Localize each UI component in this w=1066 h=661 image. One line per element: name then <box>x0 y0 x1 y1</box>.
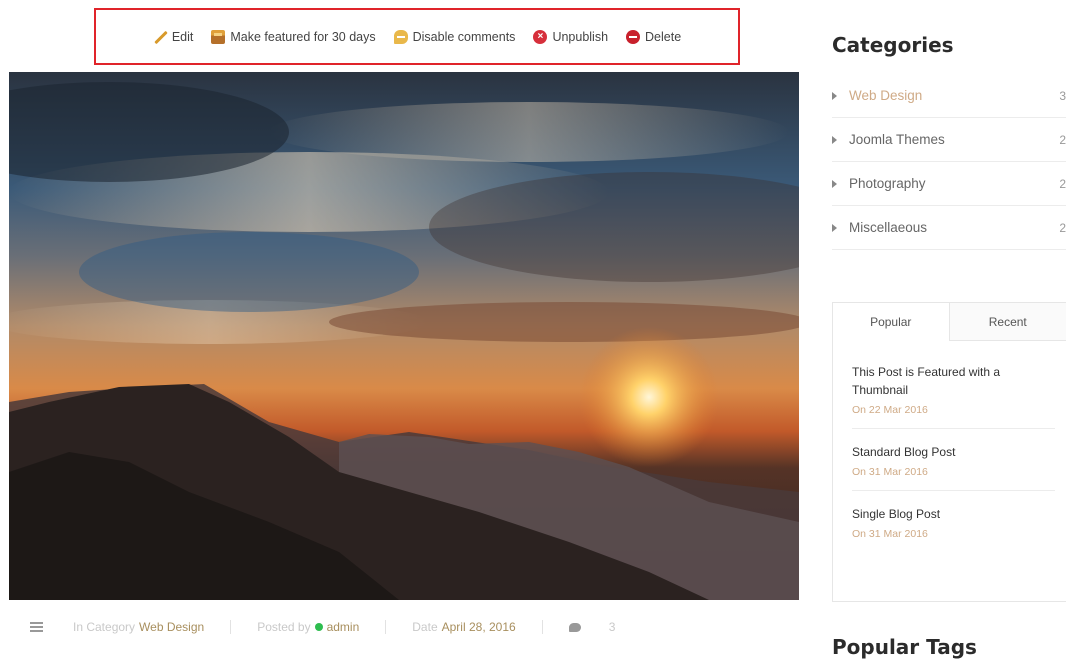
categories-heading: Categories <box>832 33 954 57</box>
category-item-joomla-themes[interactable]: Joomla Themes 2 <box>832 118 1066 162</box>
edit-button[interactable]: Edit <box>153 30 194 44</box>
make-featured-button[interactable]: Make featured for 30 days <box>211 29 376 44</box>
category-label: Miscellaeous <box>849 220 928 235</box>
make-featured-label: Make featured for 30 days <box>230 29 376 44</box>
delete-button[interactable]: Delete <box>626 29 682 44</box>
caret-right-icon <box>832 179 837 188</box>
meta-divider <box>541 620 543 634</box>
category-count: 2 <box>1059 132 1066 147</box>
meta-divider <box>385 620 387 634</box>
categories-list: Web Design 3 Joomla Themes 2 Photography… <box>832 74 1066 250</box>
comments-count[interactable]: 3 <box>609 620 616 634</box>
featured-icon <box>211 29 226 44</box>
tab-recent[interactable]: Recent <box>949 303 1066 341</box>
category-label: Photography <box>849 176 926 191</box>
comments-icon <box>393 29 408 44</box>
pencil-icon <box>153 30 167 44</box>
list-item: Single Blog Post On 31 Mar 2016 <box>852 505 1055 552</box>
post-title-link[interactable]: Single Blog Post <box>852 505 1055 523</box>
category-label: Joomla Themes <box>849 132 945 147</box>
list-item: Standard Blog Post On 31 Mar 2016 <box>852 443 1055 491</box>
unpublish-button[interactable]: × Unpublish <box>533 29 609 44</box>
delete-label: Delete <box>645 29 682 44</box>
meta-divider <box>230 620 232 634</box>
category-count: 2 <box>1059 176 1066 191</box>
post-title-link[interactable]: Standard Blog Post <box>852 443 1055 461</box>
tab-popular[interactable]: Popular <box>833 303 950 341</box>
category-link[interactable]: Web Design <box>139 620 204 634</box>
unpublish-label: Unpublish <box>552 29 609 44</box>
post-date: April 28, 2016 <box>441 620 516 634</box>
category-item-photography[interactable]: Photography 2 <box>832 162 1066 206</box>
category-item-miscellaeous[interactable]: Miscellaeous 2 <box>832 206 1066 250</box>
date-prefix: Date <box>412 620 438 634</box>
comment-bubble-icon <box>568 622 581 632</box>
list-icon <box>30 622 43 632</box>
author-link[interactable]: admin <box>327 620 360 634</box>
article-meta-bar: In Category Web Design Posted by admin D… <box>30 617 615 637</box>
caret-right-icon <box>832 223 837 232</box>
category-count: 2 <box>1059 220 1066 235</box>
post-item-date: On 31 Mar 2016 <box>852 528 928 540</box>
delete-icon <box>626 29 641 44</box>
disable-comments-button[interactable]: Disable comments <box>393 29 516 44</box>
category-count: 3 <box>1059 88 1066 103</box>
post-title-link[interactable]: This Post is Featured with a Thumbnail <box>852 363 1055 399</box>
popular-posts-list: This Post is Featured with a Thumbnail O… <box>833 341 1066 552</box>
disable-comments-label: Disable comments <box>412 29 516 44</box>
article-featured-image <box>9 72 799 600</box>
list-item: This Post is Featured with a Thumbnail O… <box>852 363 1055 429</box>
post-item-date: On 31 Mar 2016 <box>852 466 928 478</box>
widget-tabs: Popular Recent <box>833 303 1066 341</box>
posted-by-prefix: Posted by <box>257 620 311 634</box>
caret-right-icon <box>832 135 837 144</box>
article-edit-toolbar: Edit Make featured for 30 days Disable c… <box>94 8 740 65</box>
category-item-web-design[interactable]: Web Design 3 <box>832 74 1066 118</box>
category-prefix: In Category <box>73 620 136 634</box>
caret-right-icon <box>832 91 837 100</box>
popular-recent-widget: Popular Recent This Post is Featured wit… <box>832 302 1066 602</box>
post-item-date: On 22 Mar 2016 <box>852 404 928 416</box>
edit-label: Edit <box>171 29 194 44</box>
category-label: Web Design <box>849 88 923 103</box>
popular-tags-heading: Popular Tags <box>832 635 977 659</box>
unpublish-icon: × <box>533 29 548 44</box>
online-status-icon <box>314 623 323 631</box>
